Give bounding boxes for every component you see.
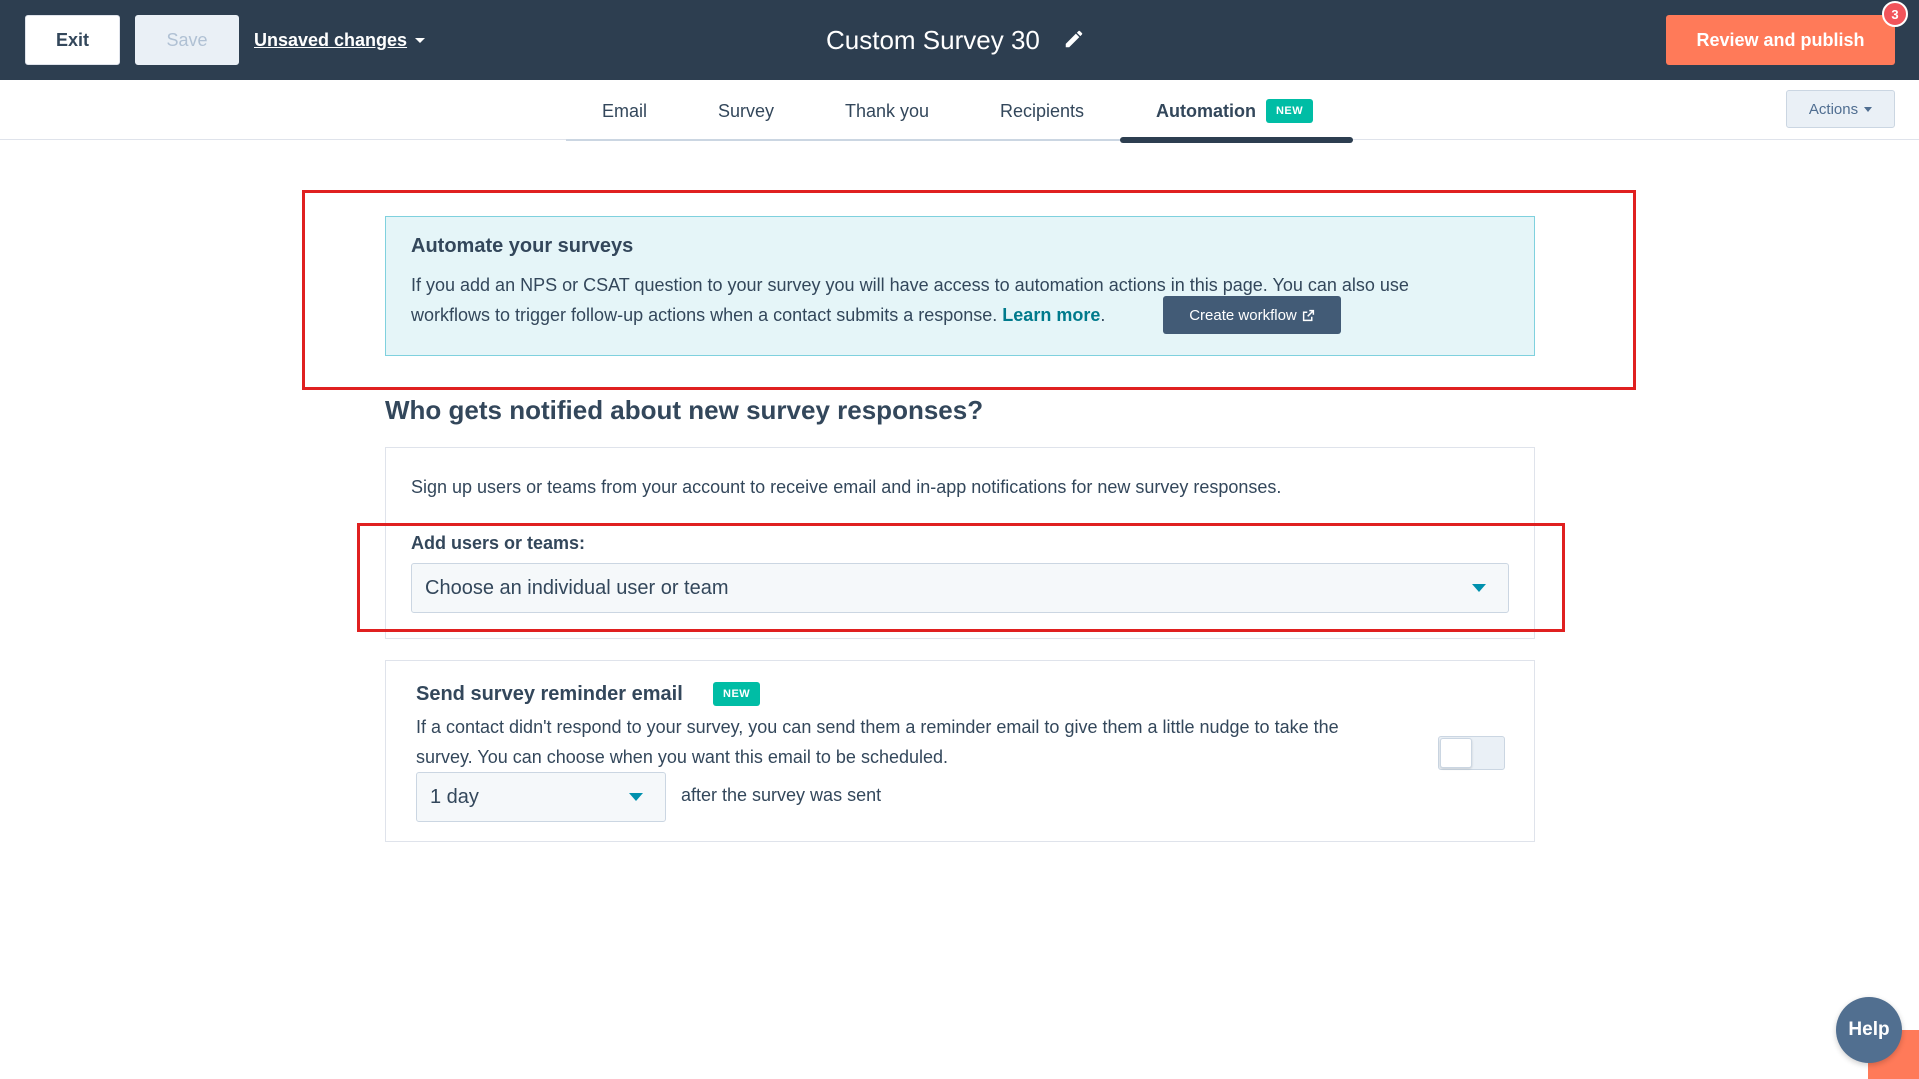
tab-recipients[interactable]: Recipients bbox=[1000, 96, 1084, 126]
chevron-down-icon bbox=[1864, 106, 1873, 112]
tab-bar bbox=[0, 80, 1919, 140]
tab-email[interactable]: Email bbox=[602, 96, 647, 126]
notify-heading: Who gets notified about new survey respo… bbox=[385, 395, 984, 425]
reminder-title: Send survey reminder email bbox=[416, 682, 683, 705]
actions-button[interactable]: Actions bbox=[1786, 90, 1895, 128]
actions-label: Actions bbox=[1808, 100, 1859, 118]
annotation-box-users bbox=[357, 523, 1565, 632]
unsaved-changes-label: Unsaved changes bbox=[254, 29, 408, 50]
unsaved-changes-dropdown[interactable]: Unsaved changes bbox=[254, 27, 426, 53]
reminder-toggle[interactable] bbox=[1438, 736, 1505, 770]
reminder-delay-value: 1 day bbox=[430, 785, 479, 808]
reminder-delay-select[interactable]: 1 day bbox=[416, 772, 666, 822]
tab-thank-you[interactable]: Thank you bbox=[845, 96, 929, 126]
notification-count-badge: 3 bbox=[1882, 1, 1908, 27]
new-badge: NEW bbox=[1265, 99, 1314, 123]
chevron-down-icon bbox=[629, 793, 643, 801]
pencil-icon[interactable] bbox=[1063, 28, 1085, 50]
exit-button[interactable]: Exit bbox=[25, 15, 120, 65]
review-and-publish-button[interactable]: Review and publish bbox=[1666, 15, 1895, 65]
annotation-box-automate bbox=[302, 190, 1636, 390]
reminder-description: If a contact didn't respond to your surv… bbox=[416, 717, 1339, 767]
save-button[interactable]: Save bbox=[135, 15, 239, 65]
tab-automation-label: Automation bbox=[1156, 100, 1256, 121]
active-tab-indicator bbox=[1120, 137, 1353, 143]
notify-description: Sign up users or teams from your account… bbox=[411, 477, 1282, 497]
page-title: Custom Survey 30 bbox=[826, 24, 1040, 55]
new-badge: NEW bbox=[713, 682, 761, 706]
help-button[interactable]: Help bbox=[1836, 997, 1902, 1063]
chevron-down-icon bbox=[415, 37, 426, 43]
toggle-knob bbox=[1440, 738, 1472, 768]
tab-automation[interactable]: Automation NEW bbox=[1156, 96, 1314, 126]
reminder-after-text: after the survey was sent bbox=[681, 785, 882, 805]
tab-survey[interactable]: Survey bbox=[718, 96, 774, 126]
